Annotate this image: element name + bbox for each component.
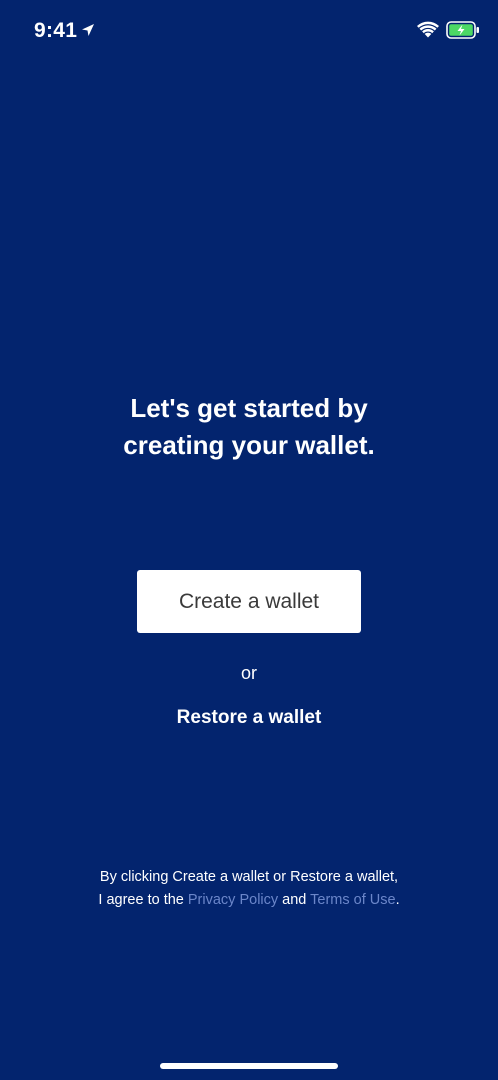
wifi-icon: [417, 21, 439, 38]
legal-notice: By clicking Create a wallet or Restore a…: [0, 866, 498, 912]
legal-line-1: By clicking Create a wallet or Restore a…: [99, 869, 399, 885]
legal-prefix: I agree to the: [98, 892, 188, 908]
battery-charging-icon: [446, 21, 479, 39]
restore-wallet-link[interactable]: Restore a wallet: [0, 707, 498, 729]
terms-of-use-link[interactable]: Terms of Use: [310, 892, 395, 908]
legal-conjunction: and: [278, 892, 311, 908]
home-indicator[interactable]: [160, 1063, 338, 1069]
create-wallet-button[interactable]: Create a wallet: [137, 570, 361, 633]
legal-suffix: .: [395, 892, 400, 908]
headline-line-2: creating your wallet.: [123, 430, 375, 460]
status-bar: 9:41: [0, 0, 498, 62]
location-arrow-icon: [82, 24, 94, 36]
headline-line-1: Let's get started by: [130, 393, 368, 423]
onboarding-headline: Let's get started by creating your walle…: [0, 390, 498, 464]
or-separator: or: [240, 663, 257, 683]
legal-line-2: I agree to the Privacy Policy and Terms …: [0, 889, 498, 912]
privacy-policy-link[interactable]: Privacy Policy: [188, 892, 278, 908]
status-time: 9:41: [34, 19, 78, 42]
